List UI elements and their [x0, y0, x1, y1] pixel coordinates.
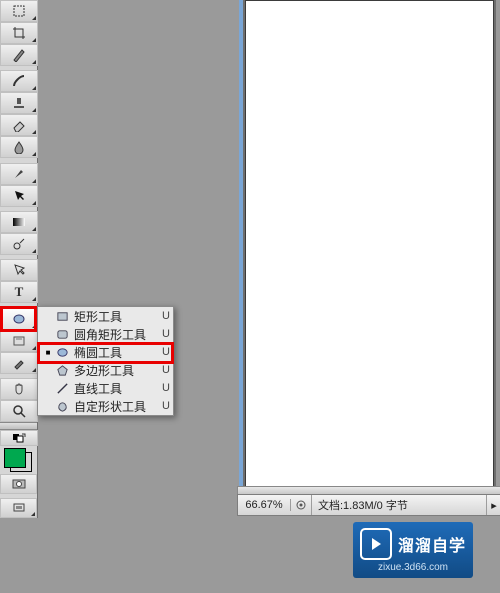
- zoom-tool[interactable]: [0, 400, 38, 422]
- hand-tool[interactable]: [0, 378, 38, 400]
- shape-tool-flyout: 矩形工具 U 圆角矩形工具 U ■ 椭圆工具 U 多边形工具 U 直线工具 U …: [37, 306, 174, 416]
- flyout-rectangle[interactable]: 矩形工具 U: [38, 307, 173, 325]
- flyout-rounded-rectangle[interactable]: 圆角矩形工具 U: [38, 325, 173, 343]
- quick-mask-toggle[interactable]: [0, 474, 37, 494]
- zoom-level[interactable]: 66.67%: [238, 499, 291, 511]
- canvas-ruler-edge: [239, 0, 243, 486]
- healing-brush-tool[interactable]: [0, 70, 38, 92]
- flyout-shortcut: U: [159, 346, 173, 358]
- type-tool[interactable]: T: [0, 281, 38, 303]
- default-colors[interactable]: [0, 430, 38, 446]
- flyout-line[interactable]: 直线工具 U: [38, 379, 173, 397]
- ellipse-icon: [54, 345, 70, 359]
- flyout-custom-shape[interactable]: 自定形状工具 U: [38, 397, 173, 415]
- slice-tool[interactable]: [0, 44, 38, 66]
- notes-tool[interactable]: [0, 330, 38, 352]
- flyout-polygon[interactable]: 多边形工具 U: [38, 361, 173, 379]
- status-preview-icon[interactable]: [291, 495, 312, 515]
- path-select-tool[interactable]: [0, 185, 38, 207]
- flyout-label: 矩形工具: [72, 308, 159, 325]
- toolbox-separator: [0, 422, 37, 430]
- watermark-badge: 溜溜自学 zixue.3d66.com: [353, 522, 473, 578]
- pen-tool[interactable]: [0, 163, 38, 185]
- flyout-label: 椭圆工具: [72, 344, 159, 361]
- screen-mode-toggle[interactable]: [0, 498, 37, 518]
- foreground-color[interactable]: [4, 448, 26, 468]
- flyout-shortcut: U: [159, 400, 173, 412]
- flyout-label: 直线工具: [72, 380, 159, 397]
- toolbox: T: [0, 0, 38, 518]
- blur-tool[interactable]: [0, 136, 38, 158]
- document-area: [237, 0, 500, 516]
- polygon-icon: [54, 363, 70, 377]
- flyout-shortcut: U: [159, 310, 173, 322]
- custom-shape-icon: [54, 399, 70, 413]
- badge-url: zixue.3d66.com: [378, 562, 448, 573]
- play-icon: [360, 528, 392, 560]
- flyout-label: 自定形状工具: [72, 398, 159, 415]
- direct-select-tool[interactable]: [0, 259, 38, 281]
- badge-title: 溜溜自学: [398, 532, 466, 556]
- gradient-tool[interactable]: [0, 211, 38, 233]
- line-icon: [54, 381, 70, 395]
- flyout-ellipse[interactable]: ■ 椭圆工具 U: [38, 343, 173, 361]
- dodge-tool[interactable]: [0, 233, 38, 255]
- rounded-rectangle-icon: [54, 327, 70, 341]
- eyedropper-tool[interactable]: [0, 352, 38, 374]
- crop-tool[interactable]: [0, 22, 38, 44]
- document-size[interactable]: 文档:1.83M/0 字节: [312, 495, 487, 515]
- flyout-shortcut: U: [159, 328, 173, 340]
- eraser-tool[interactable]: [0, 114, 38, 136]
- flyout-label: 多边形工具: [72, 362, 159, 379]
- status-menu-arrow-icon[interactable]: ▸: [487, 499, 500, 512]
- flyout-shortcut: U: [159, 382, 173, 394]
- canvas[interactable]: [245, 0, 494, 488]
- status-bar: 66.67% 文档:1.83M/0 字节 ▸: [237, 494, 500, 516]
- flyout-shortcut: U: [159, 364, 173, 376]
- color-selectors[interactable]: [0, 446, 37, 468]
- active-mark-icon: ■: [44, 348, 52, 357]
- stamp-tool[interactable]: [0, 92, 38, 114]
- rectangle-icon: [54, 309, 70, 323]
- flyout-label: 圆角矩形工具: [72, 326, 159, 343]
- marquee-tool[interactable]: [0, 0, 38, 22]
- shape-tool[interactable]: [0, 308, 38, 330]
